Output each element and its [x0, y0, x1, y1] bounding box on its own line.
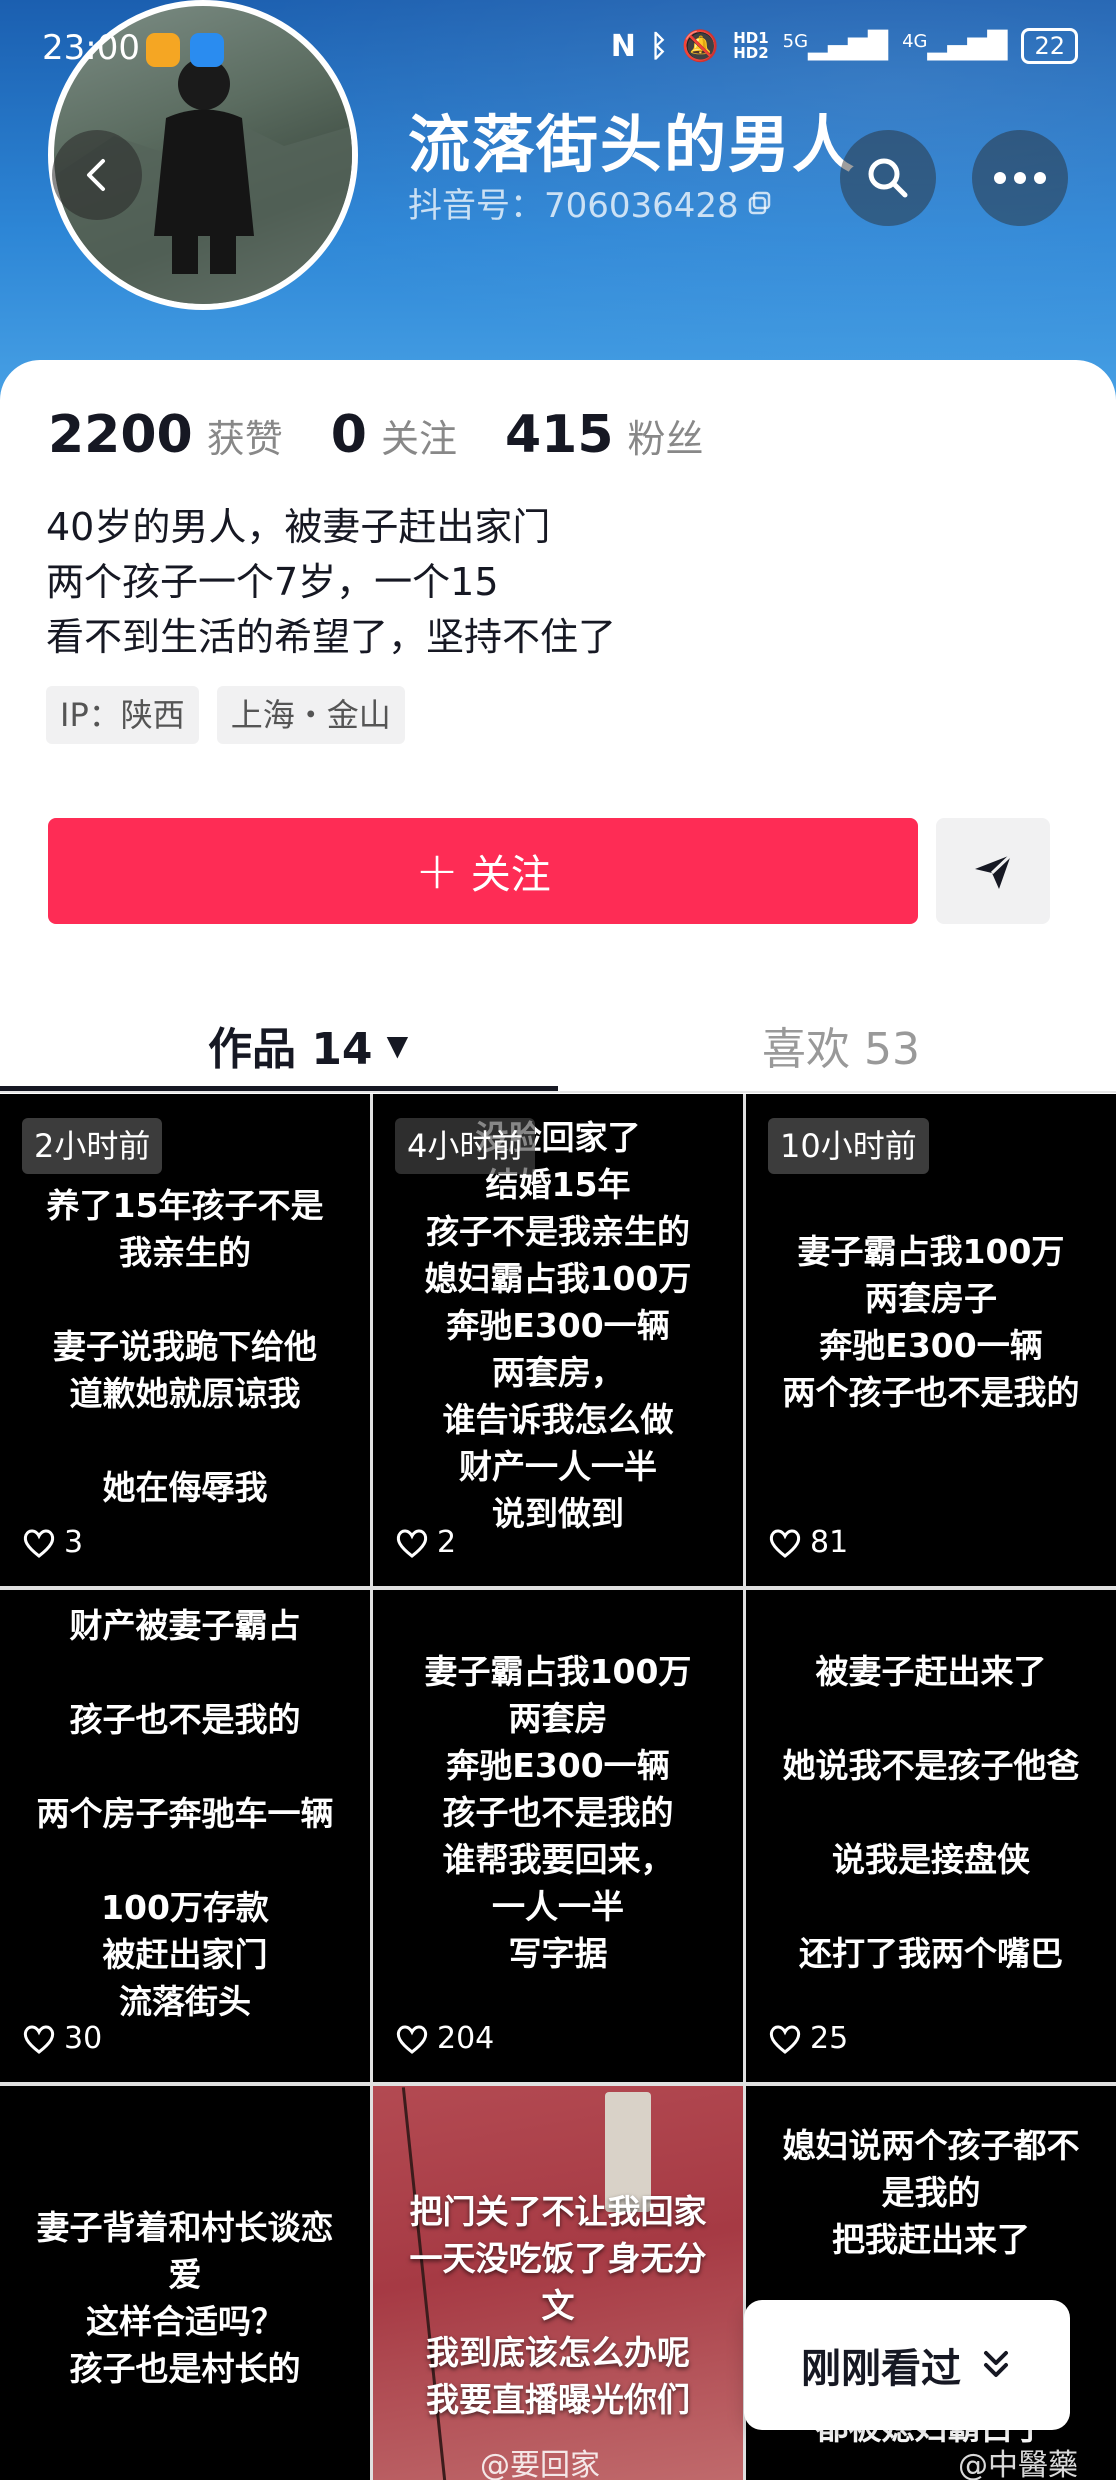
video-likes: 2: [395, 1525, 456, 1560]
video-thumbnail[interactable]: 养了15年孩子不是 我亲生的 妻子说我跪下给他 道歉她就原谅我 她在侮辱我 2小…: [0, 1094, 370, 1586]
video-thumbnail[interactable]: 妻子霸占我100万 两套房 奔驰E300一辆 孩子也不是我的 谁帮我要回来， 一…: [373, 1590, 743, 2082]
video-caption: 养了15年孩子不是 我亲生的 妻子说我跪下给他 道歉她就原谅我 她在侮辱我: [46, 1186, 324, 1507]
more-dots-icon: [994, 172, 1046, 184]
app-notification-icon: [190, 33, 224, 67]
likes-count: 2200: [48, 405, 193, 465]
tab-works[interactable]: 作品 14 ▼: [208, 1000, 408, 1090]
mute-bell-icon: 🔕: [681, 28, 720, 64]
video-caption: 被妻子赶出来了 她说我不是孩子他爸 说我是接盘侠 还打了我两个嘴巴: [782, 1652, 1080, 1973]
chevron-left-icon: [87, 159, 105, 191]
video-caption: 把门关了不让我回家 一天没吃饭了身无分 文 我到底该怎么办呢 我要直播曝光你们: [409, 2192, 707, 2419]
double-chevron-down-icon: [984, 2351, 1008, 2377]
likes-label: 获赞: [206, 417, 283, 461]
video-caption: 财产被妻子霸占 孩子也不是我的 两个房子奔驰车一辆 100万存款 被赶出家门 流…: [36, 1606, 334, 2021]
status-bar: 23:00 N ᛒ 🔕 HD1 HD2 5G▂▄▆█ 4G▂▄▆█ 22: [0, 0, 1116, 100]
video-thumbnail[interactable]: 被妻子赶出来了 她说我不是孩子他爸 说我是接盘侠 还打了我两个嘴巴 25: [746, 1590, 1116, 2082]
bio-line: 看不到生活的希望了，坚持不住了: [46, 615, 617, 659]
status-icons: N ᛒ 🔕 HD1 HD2 5G▂▄▆█ 4G▂▄▆█ 22: [611, 28, 1078, 64]
video-like-count: 30: [64, 2021, 103, 2056]
nfc-icon: N: [610, 28, 636, 64]
heart-icon: [23, 2025, 55, 2054]
tab-likes-label: 喜欢 53: [762, 1024, 920, 1075]
video-likes: 25: [768, 2021, 848, 2056]
video-thumbnail[interactable]: 妻子背着和村长谈恋 爱 这样合适吗？ 孩子也是村长的: [0, 2086, 370, 2480]
follow-button-label: 关注: [470, 852, 551, 898]
signal-5g-icon: 5G▂▄▆█: [782, 31, 889, 61]
video-thumbnail[interactable]: 财产被妻子霸占 孩子也不是我的 两个房子奔驰车一辆 100万存款 被赶出家门 流…: [0, 1590, 370, 2082]
video-like-count: 25: [810, 2021, 849, 2056]
heart-icon: [396, 2025, 428, 2054]
profile-tags: IP：陕西 上海・金山: [46, 686, 405, 744]
heart-icon: [396, 1529, 428, 1558]
video-caption: 没脸回家了 结婚15年 孩子不是我亲生的 媳妇霸占我100万 奔驰E300一辆 …: [424, 1118, 692, 1533]
recently-viewed-label: 刚刚看过: [801, 2346, 961, 2392]
video-like-count: 3: [64, 1525, 84, 1560]
time-badge: 2小时前: [22, 1118, 163, 1174]
video-likes: 81: [768, 1525, 848, 1560]
douyin-id-text: 抖音号：706036428: [408, 186, 739, 226]
message-button[interactable]: [936, 818, 1050, 924]
followers-label: 粉丝: [627, 417, 704, 461]
tab-works-label: 作品 14: [208, 1024, 373, 1075]
profile-bio: 40岁的男人，被妻子赶出家门 两个孩子一个7岁，一个15 看不到生活的希望了，坚…: [46, 500, 616, 665]
ip-location-tag: IP：陕西: [46, 686, 199, 744]
follow-button[interactable]: + 关注: [48, 818, 918, 924]
profile-stats: 2200 获赞 0 关注 415 粉丝: [48, 405, 752, 465]
status-time: 23:00: [42, 28, 140, 68]
caret-down-icon: ▼: [386, 1028, 409, 1062]
followers-count: 415: [504, 405, 614, 465]
copy-icon[interactable]: [747, 190, 773, 216]
video-like-count: 81: [810, 1525, 849, 1560]
video-grid: 养了15年孩子不是 我亲生的 妻子说我跪下给他 道歉她就原谅我 她在侮辱我 2小…: [0, 1094, 1116, 2480]
video-thumbnail[interactable]: 没脸回家了 结婚15年 孩子不是我亲生的 媳妇霸占我100万 奔驰E300一辆 …: [373, 1094, 743, 1586]
location-tag[interactable]: 上海・金山: [216, 686, 405, 744]
bio-line: 40岁的男人，被妻子赶出家门: [46, 505, 551, 549]
video-likes: 204: [395, 2021, 494, 2056]
search-icon: [868, 158, 908, 198]
followers-stat[interactable]: 415 粉丝: [505, 405, 704, 465]
time-badge: 10小时前: [768, 1118, 929, 1174]
more-button[interactable]: [972, 130, 1068, 226]
video-caption: 妻子背着和村长谈恋 爱 这样合适吗？ 孩子也是村长的: [36, 2208, 334, 2388]
following-count: 0: [330, 405, 367, 465]
video-caption: 妻子霸占我100万 两套房 奔驰E300一辆 孩子也不是我的 谁帮我要回来， 一…: [424, 1652, 692, 1973]
following-stat[interactable]: 0 关注: [331, 405, 457, 465]
plus-icon: +: [415, 841, 459, 901]
watermark: @中醫藥: [958, 2448, 1078, 2483]
heart-icon: [769, 1529, 801, 1558]
bluetooth-icon: ᛒ: [649, 28, 668, 64]
bio-line: 两个孩子一个7岁，一个15: [46, 560, 499, 604]
signal-4g-icon: 4G▂▄▆█: [902, 31, 1008, 61]
likes-stat[interactable]: 2200 获赞: [48, 405, 283, 465]
send-icon: [975, 853, 1013, 889]
recently-viewed-button[interactable]: 刚刚看过: [744, 2300, 1070, 2430]
video-like-count: 204: [437, 2021, 495, 2056]
tab-divider: [0, 1091, 1116, 1093]
profile-username: 流落街头的男人: [408, 108, 857, 181]
douyin-id[interactable]: 抖音号：706036428: [408, 178, 773, 227]
watermark: @要回家: [480, 2448, 600, 2483]
video-like-count: 2: [437, 1525, 457, 1560]
video-caption: 妻子霸占我100万 两套房子 奔驰E300一辆 两个孩子也不是我的: [782, 1232, 1080, 1412]
app-notification-icon: [146, 33, 180, 67]
hd-icon: HD1 HD2: [733, 29, 769, 62]
search-button[interactable]: [840, 130, 936, 226]
heart-icon: [23, 1529, 55, 1558]
heart-icon: [769, 2025, 801, 2054]
battery-indicator: 22: [1021, 28, 1078, 64]
following-label: 关注: [380, 417, 457, 461]
video-thumbnail[interactable]: 把门关了不让我回家 一天没吃饭了身无分 文 我到底该怎么办呢 我要直播曝光你们: [373, 2086, 743, 2480]
video-likes: 30: [22, 2021, 102, 2056]
back-button[interactable]: [52, 130, 142, 220]
video-likes: 3: [22, 1525, 83, 1560]
video-thumbnail[interactable]: 妻子霸占我100万 两套房子 奔驰E300一辆 两个孩子也不是我的 10小时前 …: [746, 1094, 1116, 1586]
time-badge: 4小时前: [395, 1118, 536, 1174]
tab-likes[interactable]: 喜欢 53: [762, 1000, 920, 1090]
